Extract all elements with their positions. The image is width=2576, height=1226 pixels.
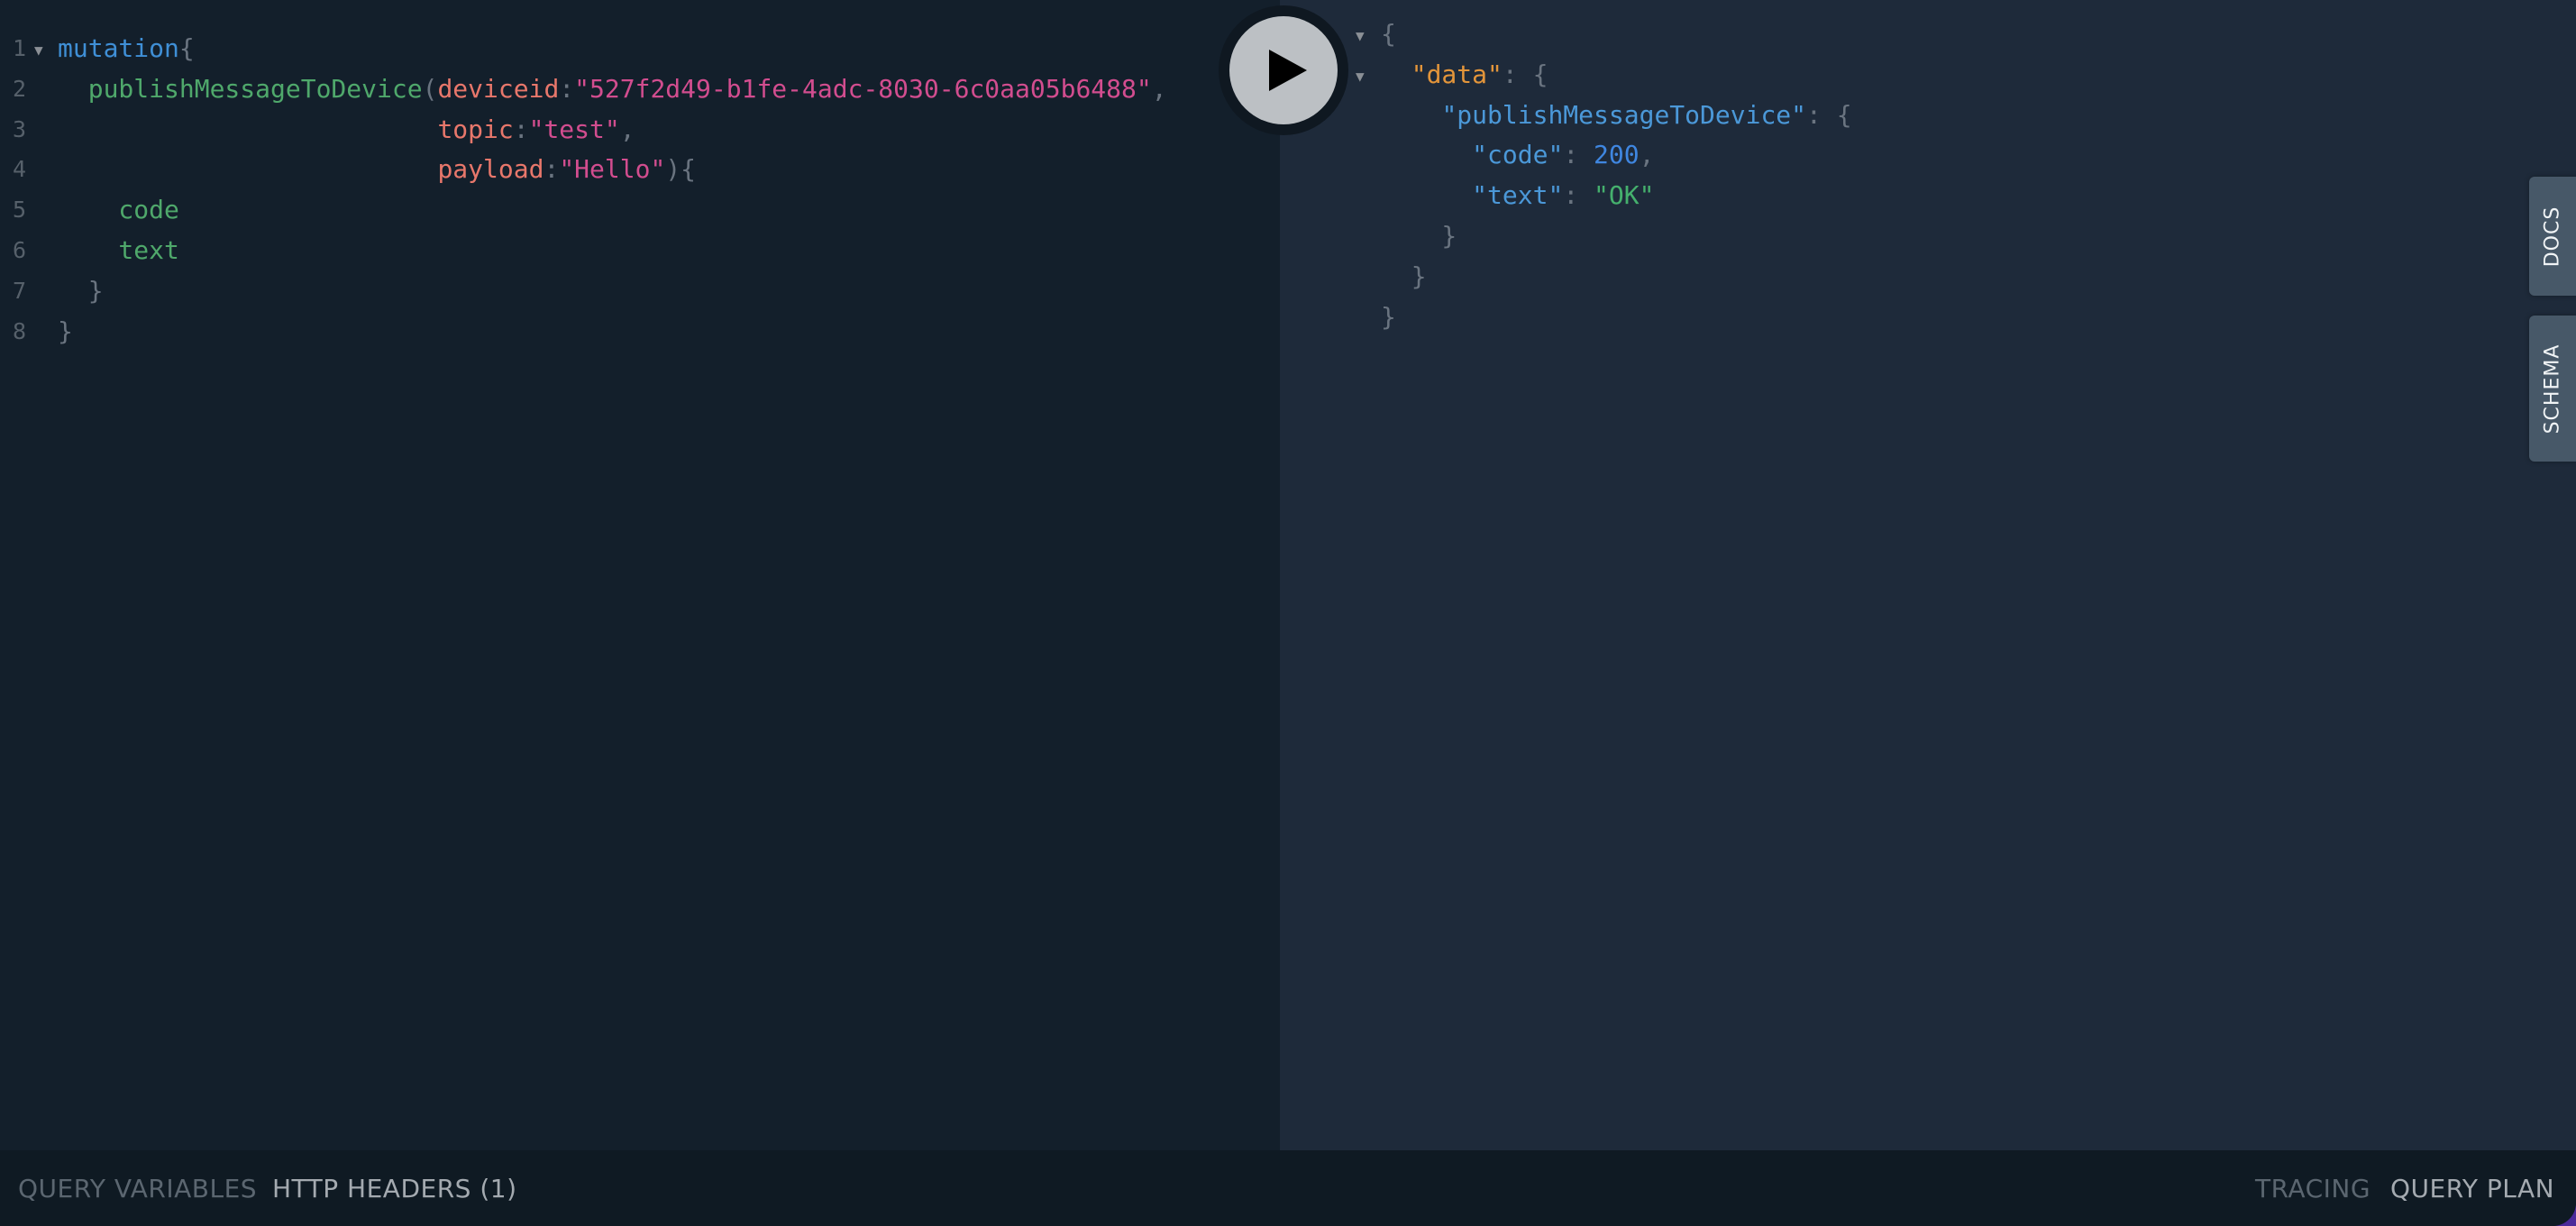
run-query-button[interactable] bbox=[1229, 16, 1338, 124]
code-token: text bbox=[58, 234, 179, 265]
code-token: publishMessageToDevice bbox=[58, 73, 423, 104]
line-number: 3 bbox=[13, 115, 27, 142]
fold-arrow-icon[interactable]: ▼ bbox=[34, 31, 43, 71]
json-token: , bbox=[1639, 140, 1655, 170]
tracing-tab[interactable]: TRACING bbox=[2255, 1174, 2370, 1203]
line-number: 6 bbox=[13, 236, 27, 263]
json-token: "code" bbox=[1472, 140, 1564, 170]
bottom-bar: QUERY VARIABLES HTTP HEADERS (1) TRACING… bbox=[0, 1150, 2576, 1226]
code-text: mutation{ bbox=[58, 29, 195, 69]
play-icon bbox=[1269, 50, 1307, 91]
code-token: } bbox=[58, 316, 73, 346]
json-text: "data": { bbox=[1381, 55, 1548, 96]
line-number: 7 bbox=[13, 277, 27, 304]
code-text: text bbox=[58, 231, 179, 271]
docs-tab-label: DOCS bbox=[2541, 206, 2564, 267]
json-text: "text": "OK" bbox=[1381, 176, 1654, 216]
fold-arrow-icon[interactable]: ▼ bbox=[1356, 57, 1365, 97]
json-token: } bbox=[1381, 261, 1427, 291]
code-token: payload bbox=[437, 154, 544, 185]
json-token: : bbox=[1563, 180, 1594, 211]
json-text: { bbox=[1381, 14, 1396, 55]
json-token: "publishMessageToDevice" bbox=[1441, 99, 1807, 130]
code-token: "527f2d49-b1fe-4adc-8030-6c0aa05b6488" bbox=[574, 73, 1152, 104]
query-editor[interactable]: 1 ▼ mutation{2 publishMessageToDevice(devi… bbox=[0, 0, 1280, 1150]
json-token: } bbox=[1381, 301, 1396, 332]
line-number: 2 bbox=[13, 75, 27, 102]
code-token: : bbox=[559, 73, 575, 104]
line-number: 4 bbox=[13, 156, 27, 183]
code-token: ( bbox=[422, 73, 438, 104]
json-text: } bbox=[1381, 216, 1457, 257]
json-token: 200 bbox=[1594, 140, 1640, 170]
code-token: { bbox=[178, 33, 195, 63]
code-text: } bbox=[58, 312, 73, 352]
code-token: ){ bbox=[665, 154, 697, 185]
http-headers-tab[interactable]: HTTP HEADERS (1) bbox=[272, 1174, 517, 1203]
json-token: "data" bbox=[1411, 59, 1503, 89]
query-variables-tab[interactable]: QUERY VARIABLES bbox=[18, 1174, 257, 1203]
code-token: deviceid bbox=[437, 73, 560, 104]
fold-arrow-icon[interactable]: ▼ bbox=[1356, 16, 1365, 57]
json-token: "OK" bbox=[1594, 180, 1655, 211]
json-text: "publishMessageToDevice": { bbox=[1381, 96, 1852, 136]
code-text: topic:"test", bbox=[58, 110, 635, 151]
line-number: 1 bbox=[13, 35, 27, 61]
code-text: publishMessageToDevice(deviceid:"527f2d4… bbox=[58, 69, 1167, 110]
json-token: : { bbox=[1502, 59, 1548, 89]
code-token: } bbox=[58, 275, 104, 306]
code-token: "Hello" bbox=[559, 154, 666, 185]
json-token: : bbox=[1563, 140, 1594, 170]
code-token: , bbox=[619, 114, 635, 144]
line-number: 5 bbox=[13, 197, 27, 224]
json-text: } bbox=[1381, 257, 1427, 297]
code-token: : bbox=[544, 154, 560, 185]
code-text: } bbox=[58, 271, 104, 312]
code-text: code bbox=[58, 190, 179, 231]
code-token: mutation bbox=[58, 33, 179, 63]
graphql-playground: 1 ▼ mutation{2 publishMessageToDevice(devi… bbox=[0, 0, 2576, 1226]
code-token: , bbox=[1151, 73, 1167, 104]
schema-tab[interactable]: SCHEMA bbox=[2529, 316, 2576, 462]
json-token: "text" bbox=[1472, 180, 1564, 211]
json-text: "code": 200, bbox=[1381, 135, 1654, 176]
json-token: { bbox=[1381, 19, 1396, 49]
docs-tab[interactable]: DOCS bbox=[2529, 177, 2576, 296]
code-text: payload:"Hello"){ bbox=[58, 150, 696, 190]
code-token: topic bbox=[437, 114, 514, 144]
json-token: : { bbox=[1806, 99, 1852, 130]
code-token: code bbox=[58, 195, 179, 225]
json-token: } bbox=[1381, 220, 1457, 251]
code-token: : bbox=[513, 114, 529, 144]
run-button-ring bbox=[1219, 5, 1348, 135]
json-text: } bbox=[1381, 297, 1396, 338]
schema-tab-label: SCHEMA bbox=[2541, 343, 2564, 434]
line-number: 8 bbox=[13, 317, 27, 344]
query-plan-tab[interactable]: QUERY PLAN bbox=[2390, 1174, 2554, 1203]
code-token: "test" bbox=[528, 114, 620, 144]
